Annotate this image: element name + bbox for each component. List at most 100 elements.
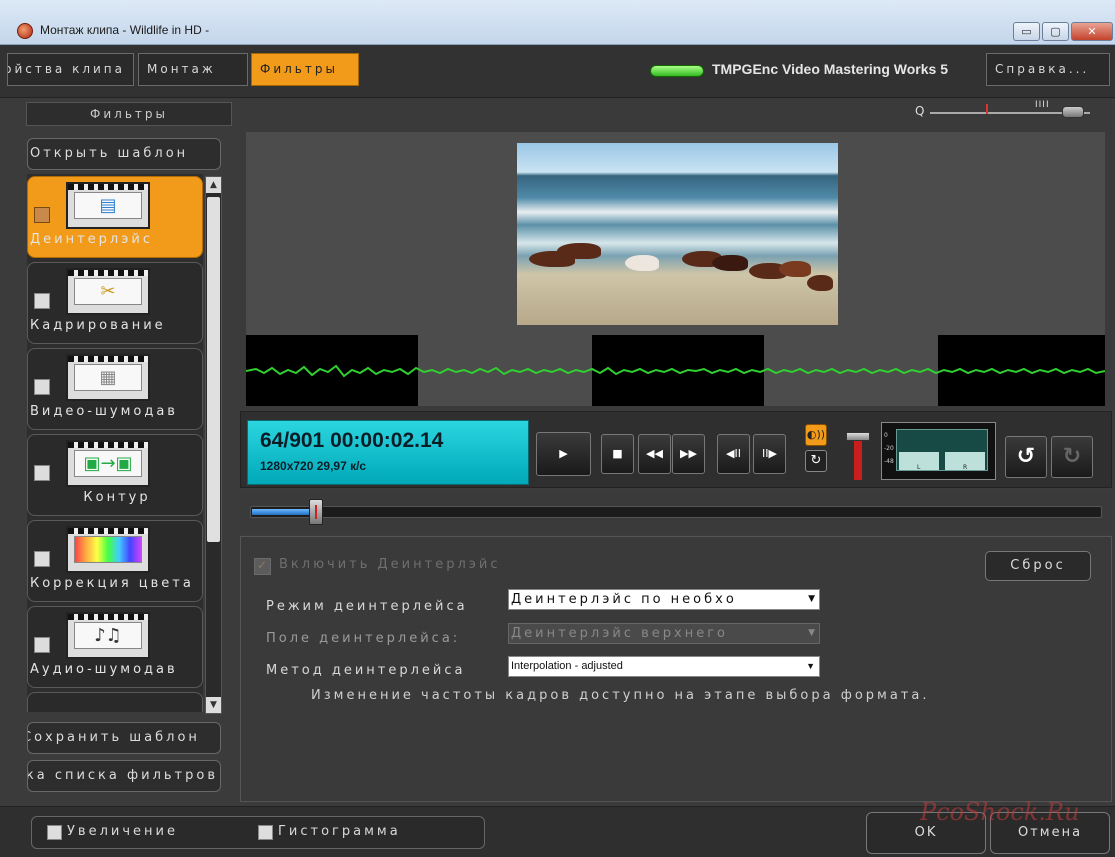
- filter-checkbox[interactable]: [34, 637, 50, 653]
- scroll-thumb[interactable]: [207, 197, 220, 542]
- timeline-track[interactable]: [250, 506, 1102, 518]
- meter-scale: 0 -20 -48: [884, 429, 894, 468]
- video-preview-frame: [517, 143, 838, 325]
- color-correction-icon: [66, 526, 150, 573]
- filter-checkbox[interactable]: [34, 379, 50, 395]
- mode-select[interactable]: Деинтерлэйс по необхо ▼: [508, 589, 820, 610]
- title-bar: Монтаж клипа - Wildlife in HD - ▭ ▢ ✕: [0, 0, 1115, 45]
- top-toolbar: Свойства клипа Монтаж Фильтры TMPGEnc Vi…: [0, 45, 1115, 98]
- timeline-handle[interactable]: [309, 499, 323, 525]
- cancel-button[interactable]: Отмена: [990, 812, 1110, 854]
- histogram-checkbox[interactable]: [258, 825, 273, 840]
- mode-label: Режим деинтерлейса: [266, 599, 468, 614]
- contour-icon: ▣→▣: [66, 440, 150, 487]
- close-button[interactable]: ✕: [1071, 22, 1113, 41]
- meter-left-label: L: [917, 464, 921, 471]
- field-value: Деинтерлэйс верхнего: [511, 626, 728, 641]
- ok-button[interactable]: OK: [866, 812, 986, 854]
- tab-montage[interactable]: Монтаж: [138, 53, 248, 86]
- audio-toggle-icon[interactable]: ◐)): [805, 424, 827, 446]
- undo-button[interactable]: ↺: [1005, 436, 1047, 478]
- filter-item-crop[interactable]: ✂ Кадрирование: [27, 262, 203, 344]
- audio-waveform: [246, 335, 1105, 406]
- maximize-button[interactable]: ▢: [1042, 22, 1069, 41]
- filter-settings-panel: Включить Деинтерлэйс Сброс Режим деинтер…: [240, 536, 1112, 802]
- preview-area: Q IIII: [240, 98, 1112, 408]
- meter-right-label: R: [963, 464, 968, 471]
- volume-track: [854, 438, 862, 480]
- filters-panel: Фильтры Открыть шаблон ▤ Деинтерлэйс ✂ К…: [0, 98, 236, 806]
- stop-button[interactable]: ■: [601, 434, 634, 474]
- crop-icon: ✂: [66, 268, 150, 315]
- field-label: Поле деинтерлейса:: [266, 631, 461, 646]
- filter-label: Видео-шумодав: [30, 404, 178, 419]
- redo-button[interactable]: ↻: [1051, 436, 1093, 478]
- preview-canvas: [246, 132, 1105, 406]
- step-forward-button[interactable]: II▶: [753, 434, 786, 474]
- clip-editor-window: Монтаж клипа - Wildlife in HD - ▭ ▢ ✕ Св…: [0, 0, 1115, 857]
- filter-checkbox[interactable]: [34, 551, 50, 567]
- filter-list-scrollbar[interactable]: ▲ ▼: [205, 176, 222, 714]
- scroll-up-icon[interactable]: ▲: [206, 177, 221, 193]
- filter-checkbox[interactable]: [34, 293, 50, 309]
- minimize-button[interactable]: ▭: [1013, 22, 1040, 41]
- status-led-icon: [650, 65, 704, 77]
- volume-handle[interactable]: [846, 432, 870, 441]
- filter-label: Аудио-шумодав: [30, 662, 178, 677]
- zoom-icon: Q: [915, 104, 925, 118]
- filter-item-partial[interactable]: [27, 692, 203, 712]
- bottom-bar: Увеличение Гистограмма OK Отмена: [0, 806, 1115, 857]
- framerate-info-text: Изменение частоты кадров доступно на эта…: [311, 688, 930, 703]
- enable-deinterlace-checkbox[interactable]: [254, 558, 271, 575]
- frame-time-readout: 64/901 00:00:02.14: [260, 429, 444, 452]
- help-button[interactable]: Справка...: [986, 53, 1110, 86]
- play-button[interactable]: ▶: [536, 432, 591, 476]
- timeline: [240, 494, 1112, 530]
- method-select[interactable]: Interpolation - adjusted ▼: [508, 656, 820, 677]
- enable-deinterlace-label: Включить Деинтерлэйс: [279, 557, 501, 572]
- audio-level-meter: 0 -20 -48 L R: [881, 422, 996, 480]
- filter-item-contour[interactable]: ▣→▣ Контур: [27, 434, 203, 516]
- chevron-down-icon: ▼: [806, 661, 815, 671]
- mode-value: Деинтерлэйс по необхо: [511, 592, 737, 607]
- save-template-label: Сохранить шаблон: [27, 730, 200, 745]
- filter-list-settings-button[interactable]: Настройка списка фильтров: [27, 760, 221, 792]
- method-value: Interpolation - adjusted: [511, 660, 623, 672]
- tab-clip-properties[interactable]: Свойства клипа: [7, 53, 134, 86]
- window-title: Монтаж клипа - Wildlife in HD -: [40, 23, 210, 37]
- video-denoise-icon: ▦: [66, 354, 150, 401]
- filter-item-color-correction[interactable]: Коррекция цвета: [27, 520, 203, 602]
- filter-checkbox[interactable]: [34, 207, 50, 223]
- tab-filters[interactable]: Фильтры: [251, 53, 359, 86]
- step-back-button[interactable]: ◀II: [717, 434, 750, 474]
- volume-slider[interactable]: [839, 424, 879, 484]
- filter-item-audio-denoise[interactable]: ♪♫ Аудио-шумодав: [27, 606, 203, 688]
- view-options: Увеличение Гистограмма: [31, 816, 485, 849]
- filter-label: Контур: [83, 490, 151, 505]
- zoom-ticks-icon: IIII: [1035, 100, 1050, 110]
- reset-button[interactable]: Сброс: [985, 551, 1091, 581]
- audio-denoise-icon: ♪♫: [66, 612, 150, 659]
- zoom-marker: [986, 104, 988, 114]
- filter-list: ▤ Деинтерлэйс ✂ Кадрирование ▦ Видео-шум…: [27, 174, 203, 712]
- filter-item-deinterlace[interactable]: ▤ Деинтерлэйс: [27, 176, 203, 258]
- chevron-down-icon: ▼: [808, 628, 815, 638]
- filter-checkbox[interactable]: [34, 465, 50, 481]
- rewind-button[interactable]: ◀◀: [638, 434, 671, 474]
- meter-scale-tick: -20: [884, 445, 894, 452]
- app-icon: [17, 23, 33, 39]
- save-template-button[interactable]: Сохранить шаблон: [27, 722, 221, 754]
- format-info: 1280x720 29,97 к/с: [260, 459, 367, 473]
- fast-forward-button[interactable]: ▶▶: [672, 434, 705, 474]
- zoom-checkbox[interactable]: [47, 825, 62, 840]
- filter-item-video-denoise[interactable]: ▦ Видео-шумодав: [27, 348, 203, 430]
- zoom-label: Увеличение: [67, 824, 178, 839]
- loop-toggle-icon[interactable]: ↻: [805, 450, 827, 472]
- deinterlace-icon: ▤: [66, 182, 150, 229]
- field-select[interactable]: Деинтерлэйс верхнего ▼: [508, 623, 820, 644]
- filters-header: Фильтры: [26, 102, 232, 126]
- timecode-display: 64/901 00:00:02.14 1280x720 29,97 к/с: [247, 420, 529, 485]
- zoom-slider-handle[interactable]: [1062, 106, 1084, 118]
- open-template-button[interactable]: Открыть шаблон: [27, 138, 221, 170]
- scroll-down-icon[interactable]: ▼: [206, 697, 221, 713]
